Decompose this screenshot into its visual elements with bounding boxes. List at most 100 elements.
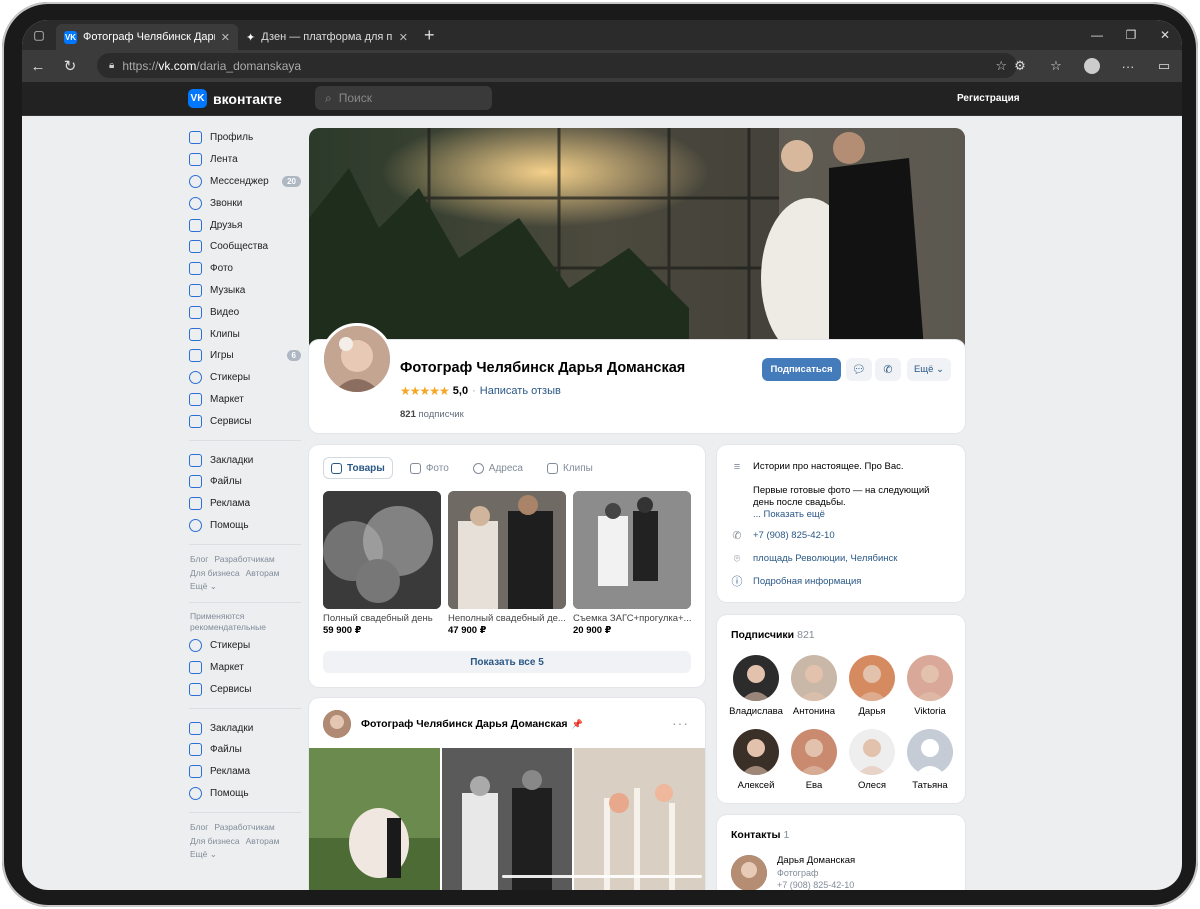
tab-clips[interactable]: Клипы bbox=[540, 457, 600, 479]
sidebar-item[interactable]: Сервисы bbox=[189, 678, 301, 700]
phone-link[interactable]: +7 (908) 825-42-10 bbox=[753, 530, 835, 541]
call-button[interactable]: ✆ bbox=[875, 358, 901, 381]
profile-icon[interactable] bbox=[1074, 58, 1110, 74]
sidebar-item[interactable]: Мессенджер 20 bbox=[189, 171, 301, 193]
subscriber-item[interactable]: Владислава bbox=[727, 655, 785, 717]
menu-icon[interactable]: ··· bbox=[1110, 59, 1146, 74]
subscriber-item[interactable]: Алексей bbox=[727, 729, 785, 791]
details-link[interactable]: Подробная информация bbox=[753, 576, 861, 587]
footer-more-link[interactable]: Ещё ⌄ bbox=[190, 581, 217, 591]
address-bar[interactable]: 🔒︎ https://vk.com/daria_domanskaya ☆ bbox=[97, 53, 1017, 78]
photo-icon bbox=[409, 462, 421, 474]
subscriber-item[interactable]: Ева bbox=[785, 729, 843, 791]
write-review-link[interactable]: Написать отзыв bbox=[480, 385, 561, 397]
message-button[interactable]: 💬︎ bbox=[846, 358, 872, 381]
minimize-icon[interactable]: — bbox=[1080, 20, 1114, 50]
footer-business-link[interactable]: Для бизнеса bbox=[190, 836, 240, 846]
search-input[interactable]: ⌕ Поиск bbox=[315, 86, 492, 110]
sidebar-item[interactable]: Закладки bbox=[189, 449, 301, 471]
close-icon[interactable]: ✕ bbox=[221, 31, 230, 44]
sidebar-item[interactable]: Друзья bbox=[189, 214, 301, 236]
sidebar-item[interactable]: Помощь bbox=[189, 515, 301, 537]
register-link[interactable]: Регистрация bbox=[957, 93, 1020, 104]
footer-blog-link[interactable]: Блог bbox=[190, 822, 208, 832]
tab-goods[interactable]: Товары bbox=[323, 457, 393, 479]
sidebar-item[interactable]: Стикеры bbox=[189, 635, 301, 657]
sidebar-item[interactable]: Игры 6 bbox=[189, 345, 301, 367]
sidebar-item[interactable]: Реклама bbox=[189, 493, 301, 515]
sidebar-item[interactable]: Файлы bbox=[189, 471, 301, 493]
close-window-icon[interactable]: ✕ bbox=[1148, 20, 1182, 50]
search-placeholder: Поиск bbox=[338, 91, 372, 105]
sidebar-item[interactable]: Маркет bbox=[189, 389, 301, 411]
sidebar-item[interactable]: Помощь bbox=[189, 783, 301, 805]
tab-photo[interactable]: Фото bbox=[403, 457, 456, 479]
sidebar-item-label: Сервисы bbox=[210, 415, 252, 427]
post-photo[interactable] bbox=[309, 748, 440, 890]
footer-authors-link[interactable]: Авторам bbox=[246, 836, 280, 846]
show-more-link[interactable]: ... Показать ещё bbox=[753, 509, 953, 521]
sidebar-item[interactable]: Закладки bbox=[189, 717, 301, 739]
tab-dzen[interactable]: ✦ Дзен — платформа для просмот ✕ bbox=[238, 24, 416, 50]
back-icon[interactable]: ← bbox=[22, 50, 54, 82]
post-avatar[interactable] bbox=[323, 710, 351, 738]
subscribers-count[interactable]: 821 подписчик bbox=[400, 409, 464, 420]
post-photo[interactable] bbox=[441, 748, 573, 890]
product-item[interactable]: Полный свадебный день 59 900 ₽ bbox=[323, 491, 441, 636]
subscriber-item[interactable]: Олеся bbox=[843, 729, 901, 791]
footer-authors-link[interactable]: Авторам bbox=[246, 568, 280, 578]
post-photo[interactable] bbox=[574, 748, 706, 890]
subscribe-button[interactable]: Подписаться bbox=[762, 358, 841, 381]
footer-blog-link[interactable]: Блог bbox=[190, 554, 208, 564]
footer-dev-link[interactable]: Разработчикам bbox=[214, 822, 274, 832]
tab-title: Фотограф Челябинск Дарья Дом bbox=[83, 31, 215, 43]
sidebar-item[interactable]: Файлы bbox=[189, 739, 301, 761]
sidebar-icon[interactable]: ▭ bbox=[1146, 58, 1182, 74]
extensions-icon[interactable]: ⚙ bbox=[1002, 58, 1038, 74]
post-menu-icon[interactable]: ··· bbox=[672, 715, 689, 731]
market-icon bbox=[189, 661, 202, 675]
footer-dev-link[interactable]: Разработчикам bbox=[214, 554, 274, 564]
footer-more-link[interactable]: Ещё ⌄ bbox=[190, 849, 217, 859]
subscriber-item[interactable]: Антонина bbox=[785, 655, 843, 717]
more-button[interactable]: Ещё ⌄ bbox=[907, 358, 951, 381]
sidebar-item[interactable]: Стикеры bbox=[189, 367, 301, 389]
sidebar-item[interactable]: Музыка bbox=[189, 280, 301, 302]
subscriber-item[interactable]: Татьяна bbox=[901, 729, 959, 791]
favorites-icon[interactable]: ☆ bbox=[1038, 58, 1074, 74]
product-item[interactable]: Неполный свадебный де... 47 900 ₽ bbox=[448, 491, 566, 636]
close-icon[interactable]: ✕ bbox=[399, 31, 408, 44]
sidebar-item[interactable]: Сервисы bbox=[189, 410, 301, 432]
sidebar-item[interactable]: Реклама bbox=[189, 761, 301, 783]
show-all-button[interactable]: Показать все 5 bbox=[323, 651, 691, 673]
vk-logo[interactable]: VK вконтакте bbox=[188, 89, 282, 108]
tab-addresses[interactable]: Адреса bbox=[466, 457, 530, 479]
subscribers-title[interactable]: Подписчики 821 bbox=[731, 629, 815, 641]
sidebar-item[interactable]: Звонки bbox=[189, 192, 301, 214]
product-item[interactable]: Съемка ЗАГС+прогулка+... 20 900 ₽ bbox=[573, 491, 691, 636]
video-icon bbox=[189, 305, 202, 319]
contact-item[interactable]: Дарья Доманская Фотограф +7 (908) 825-42… bbox=[731, 855, 855, 890]
sidebar-item[interactable]: Видео bbox=[189, 301, 301, 323]
sidebar-item-label: Мессенджер bbox=[210, 175, 269, 187]
post-author[interactable]: Фотограф Челябинск Дарья Доманская 📌 bbox=[361, 718, 583, 730]
product-name: Неполный свадебный де... bbox=[448, 613, 566, 624]
sidebar-item[interactable]: Фото bbox=[189, 258, 301, 280]
address-link[interactable]: площадь Революции, Челябинск bbox=[753, 553, 897, 564]
maximize-icon[interactable]: ❐ bbox=[1114, 20, 1148, 50]
new-tab-icon[interactable]: + bbox=[424, 25, 435, 46]
subscriber-item[interactable]: Дарья bbox=[843, 655, 901, 717]
tab-actions-icon[interactable]: ▢ bbox=[22, 20, 56, 50]
avatar[interactable] bbox=[321, 323, 393, 395]
sidebar-item[interactable]: Лента bbox=[189, 149, 301, 171]
sidebar-item[interactable]: Профиль bbox=[189, 127, 301, 149]
refresh-icon[interactable]: ↻ bbox=[54, 50, 86, 82]
footer-links: Блог Разработчикам Для бизнеса Авторам Ещё… bbox=[189, 821, 301, 862]
footer-business-link[interactable]: Для бизнеса bbox=[190, 568, 240, 578]
sidebar-item-label: Реклама bbox=[210, 766, 251, 778]
sidebar-item[interactable]: Клипы bbox=[189, 323, 301, 345]
sidebar-item[interactable]: Маркет bbox=[189, 657, 301, 679]
subscriber-item[interactable]: Viktoria bbox=[901, 655, 959, 717]
sidebar-item[interactable]: Сообщества bbox=[189, 236, 301, 258]
tab-vk[interactable]: VK Фотограф Челябинск Дарья Дом ✕ bbox=[56, 24, 238, 50]
